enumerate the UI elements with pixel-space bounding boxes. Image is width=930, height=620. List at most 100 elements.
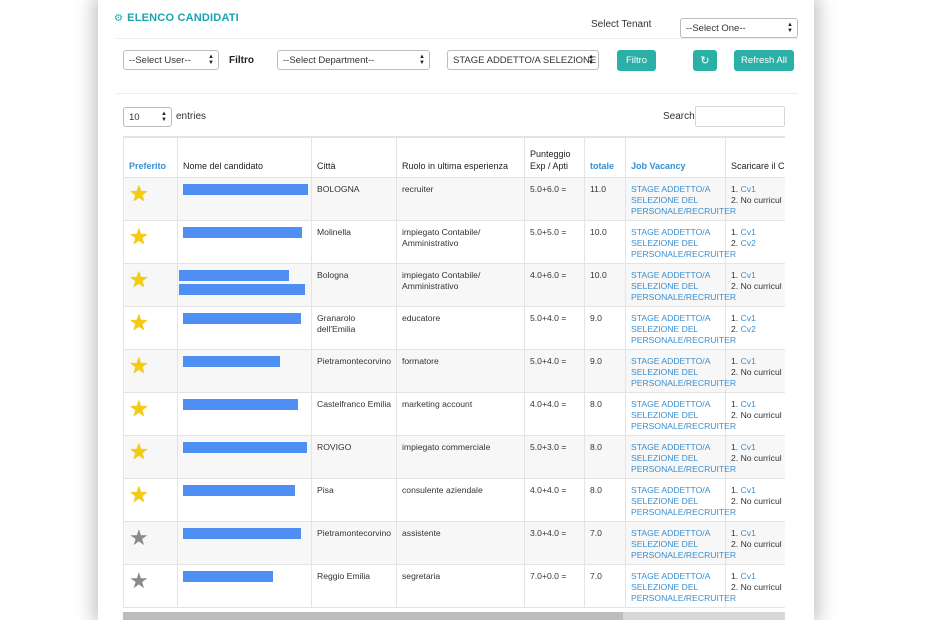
- entries-select-value: 10: [129, 111, 140, 123]
- department-select[interactable]: --Select Department-- ▲ ▼: [277, 50, 430, 70]
- candidate-name-cell: [177, 564, 312, 608]
- divider: [116, 93, 798, 94]
- favorite-cell[interactable]: ★: [123, 220, 178, 264]
- score-cell: 7.0+0.0 =: [524, 564, 585, 608]
- role-cell: marketing account: [396, 392, 525, 436]
- star-filled-icon[interactable]: ★: [129, 353, 149, 378]
- cv1-link[interactable]: Cv1: [741, 227, 756, 237]
- tenant-label: Select Tenant: [591, 19, 652, 30]
- job-vacancy-link[interactable]: STAGE ADDETTO/A SELEZIONE DEL PERSONALE/…: [625, 220, 736, 264]
- favorite-cell[interactable]: ★: [123, 177, 178, 221]
- cv1-link[interactable]: Cv1: [741, 485, 756, 495]
- cv1-link[interactable]: Cv1: [741, 571, 756, 581]
- cv2-link[interactable]: Cv2: [741, 238, 756, 248]
- table-row: ★ Pietramontecorvino assistente 3.0+4.0 = 7.…: [123, 521, 785, 565]
- cv-item-1: 1. Cv1: [731, 356, 756, 366]
- filtro-button[interactable]: Filtro: [617, 50, 656, 71]
- favorite-cell[interactable]: ★: [123, 521, 178, 565]
- entries-select[interactable]: 10 ▲ ▼: [123, 107, 172, 127]
- cv1-link[interactable]: Cv1: [741, 270, 756, 280]
- refresh-all-button[interactable]: Refresh All: [734, 50, 794, 71]
- role-cell: impiegato Contabile/ Amministrativo: [396, 263, 525, 307]
- candidate-name-cell: [177, 392, 312, 436]
- star-filled-icon[interactable]: ★: [129, 439, 149, 464]
- updown-arrows-icon: ▲ ▼: [161, 111, 167, 123]
- candidates-panel: ⚙ ELENCO CANDIDATI Select Tenant --Selec…: [98, 0, 814, 620]
- favorite-cell[interactable]: ★: [123, 306, 178, 350]
- cv-item-1: 1. Cv1: [731, 442, 756, 452]
- cv1-link[interactable]: Cv1: [741, 442, 756, 452]
- search-label: Search:: [663, 111, 698, 122]
- cv-item-1: 1. Cv1: [731, 399, 756, 409]
- favorite-cell[interactable]: ★: [123, 564, 178, 608]
- redacted-name: [183, 571, 273, 582]
- column-header[interactable]: totale: [584, 137, 626, 178]
- cv1-link[interactable]: Cv1: [741, 313, 756, 323]
- column-header[interactable]: Punteggio Exp / Apti: [524, 137, 585, 178]
- table-row: ★ Pietramontecorvino formatore 5.0+4.0 = 9.0…: [123, 349, 785, 393]
- department-select-value: --Select Department--: [283, 54, 375, 66]
- table-header-row: Preferito Nome del candidato Città Ruolo in…: [123, 137, 785, 178]
- star-filled-icon[interactable]: ★: [129, 267, 149, 292]
- candidate-name-cell: [177, 349, 312, 393]
- star-filled-icon[interactable]: ★: [129, 482, 149, 507]
- job-vacancy-link[interactable]: STAGE ADDETTO/A SELEZIONE DEL PERSONALE/…: [625, 306, 736, 350]
- job-vacancy-link[interactable]: STAGE ADDETTO/A SELEZIONE DEL PERSONALE/…: [625, 392, 736, 436]
- column-header[interactable]: Preferito: [123, 137, 178, 178]
- table-row: ★ Reggio Emilia segretaria 7.0+0.0 = 7.0 STAG…: [123, 564, 785, 608]
- cv1-link[interactable]: Cv1: [741, 184, 756, 194]
- tenant-select[interactable]: --Select One-- ▲ ▼: [680, 18, 798, 38]
- reload-button[interactable]: ↻: [693, 50, 717, 71]
- horizontal-scrollbar[interactable]: [123, 612, 785, 620]
- job-vacancy-link[interactable]: STAGE ADDETTO/A SELEZIONE DEL PERSONALE/…: [625, 564, 736, 608]
- city-cell: Reggio Emilia: [311, 564, 397, 608]
- score-cell: 5.0+4.0 =: [524, 349, 585, 393]
- scrollbar-thumb[interactable]: [123, 612, 623, 620]
- user-select[interactable]: --Select User-- ▲ ▼: [123, 50, 219, 70]
- favorite-cell[interactable]: ★: [123, 349, 178, 393]
- job-vacancy-link[interactable]: STAGE ADDETTO/A SELEZIONE DEL PERSONALE/…: [625, 478, 736, 522]
- table-row: ★ Pisa consulente aziendale 4.0+4.0 = 8.0 STA…: [123, 478, 785, 522]
- column-header[interactable]: Nome del candidato: [177, 137, 312, 178]
- redacted-name: [183, 442, 307, 453]
- updown-arrows-icon: ▲ ▼: [588, 54, 594, 66]
- star-filled-icon[interactable]: ★: [129, 181, 149, 206]
- job-vacancy-link[interactable]: STAGE ADDETTO/A SELEZIONE DEL PERSONALE/…: [625, 177, 736, 221]
- star-filled-icon[interactable]: ★: [129, 224, 149, 249]
- job-vacancy-link[interactable]: STAGE ADDETTO/A SELEZIONE DEL PERSONALE/…: [625, 263, 736, 307]
- cv-item-2: 2. No curricul: [731, 281, 782, 291]
- favorite-cell[interactable]: ★: [123, 435, 178, 479]
- star-filled-icon[interactable]: ★: [129, 396, 149, 421]
- table-row: ★ Bologna impiegato Contabile/ Amministrat…: [123, 263, 785, 307]
- favorite-cell[interactable]: ★: [123, 263, 178, 307]
- favorite-cell[interactable]: ★: [123, 478, 178, 522]
- tenant-select-value: --Select One--: [686, 22, 746, 34]
- cv-item-1: 1. Cv1: [731, 313, 756, 323]
- star-filled-icon[interactable]: ★: [129, 310, 149, 335]
- cv-item-2: 2. No curricul: [731, 195, 782, 205]
- star-empty-icon[interactable]: ★: [129, 525, 149, 550]
- search-input[interactable]: [695, 106, 785, 127]
- cv1-link[interactable]: Cv1: [741, 528, 756, 538]
- job-vacancy-link[interactable]: STAGE ADDETTO/A SELEZIONE DEL PERSONALE/…: [625, 435, 736, 479]
- updown-arrows-icon: ▲ ▼: [208, 54, 214, 66]
- cv2-link[interactable]: Cv2: [741, 324, 756, 334]
- cv-item-1: 1. Cv1: [731, 571, 756, 581]
- column-header[interactable]: Job Vacancy: [625, 137, 726, 178]
- updown-arrows-icon: ▲ ▼: [419, 54, 425, 66]
- cv-item-2: 2. No curricul: [731, 410, 782, 420]
- user-select-value: --Select User--: [129, 54, 191, 66]
- job-vacancy-link[interactable]: STAGE ADDETTO/A SELEZIONE DEL PERSONALE/…: [625, 349, 736, 393]
- column-header[interactable]: Ruolo in ultima esperienza: [396, 137, 525, 178]
- column-header[interactable]: Città: [311, 137, 397, 178]
- role-cell: recruiter: [396, 177, 525, 221]
- job-select[interactable]: STAGE ADDETTO/A SELEZIONE DE ▲ ▼: [447, 50, 599, 70]
- candidate-name-cell: [177, 177, 312, 221]
- column-header[interactable]: Scaricare il C: [725, 137, 785, 178]
- cv1-link[interactable]: Cv1: [741, 356, 756, 366]
- job-vacancy-link[interactable]: STAGE ADDETTO/A SELEZIONE DEL PERSONALE/…: [625, 521, 736, 565]
- cv1-link[interactable]: Cv1: [741, 399, 756, 409]
- favorite-cell[interactable]: ★: [123, 392, 178, 436]
- city-cell: Bologna: [311, 263, 397, 307]
- star-empty-icon[interactable]: ★: [129, 568, 149, 593]
